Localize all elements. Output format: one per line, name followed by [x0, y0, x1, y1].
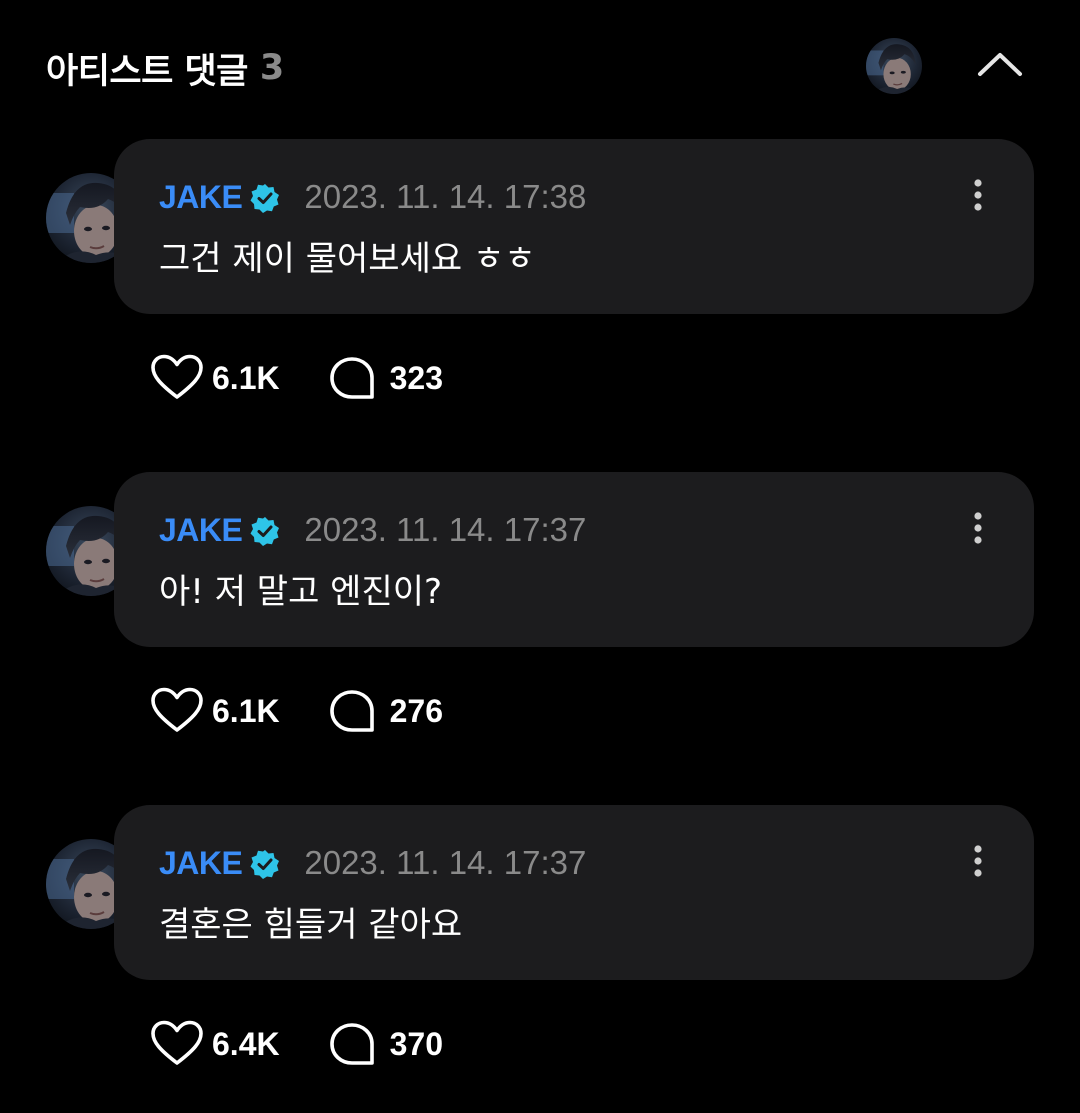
more-vertical-icon	[974, 512, 982, 544]
comment-bubble: JAKE 2023. 11. 14. 17:37 아! 저 말고 엔진이?	[114, 472, 1034, 647]
reply-count: 276	[389, 692, 443, 729]
reply-count: 323	[389, 359, 443, 396]
section-header: 아티스트 댓글 3	[46, 44, 284, 92]
verified-badge-icon	[250, 184, 280, 213]
artist-avatar[interactable]	[866, 38, 922, 94]
like-button[interactable]: 6.1K	[150, 353, 280, 403]
more-options-button[interactable]	[966, 510, 990, 550]
comment-bubble-icon	[329, 690, 374, 732]
comment-bubble: JAKE 2023. 11. 14. 17:38 그건 제이 물어보세요 ㅎㅎ	[114, 139, 1034, 314]
chevron-up-icon	[978, 53, 1022, 76]
comment-bubble-icon	[329, 1023, 374, 1065]
verified-badge-icon	[250, 850, 280, 879]
heart-icon	[151, 354, 203, 399]
reply-button[interactable]: 276	[328, 686, 443, 736]
verified-badge-icon	[250, 517, 280, 546]
comment-meta: JAKE 2023. 11. 14. 17:38	[159, 177, 586, 217]
more-vertical-icon	[974, 845, 982, 877]
comment-item: JAKE 2023. 11. 14. 17:37 결혼은 힘들거 같아요 6.4…	[0, 805, 1080, 1095]
heart-icon	[151, 687, 203, 732]
comment-timestamp: 2023. 11. 14. 17:38	[304, 178, 587, 215]
comment-bubble-icon	[329, 357, 374, 399]
comment-timestamp: 2023. 11. 14. 17:37	[304, 511, 587, 548]
comment-item: JAKE 2023. 11. 14. 17:38 그건 제이 물어보세요 ㅎㅎ …	[0, 139, 1080, 429]
author-name[interactable]: JAKE	[159, 512, 243, 549]
like-count: 6.1K	[212, 692, 280, 729]
comment-text: 아! 저 말고 엔진이?	[159, 572, 443, 612]
reply-button[interactable]: 323	[328, 353, 443, 403]
reply-count: 370	[389, 1025, 443, 1062]
comment-text: 그건 제이 물어보세요 ㅎㅎ	[159, 239, 536, 279]
like-button[interactable]: 6.4K	[150, 1019, 280, 1069]
comment-meta: JAKE 2023. 11. 14. 17:37	[159, 510, 586, 550]
more-vertical-icon	[974, 179, 982, 211]
like-count: 6.1K	[212, 359, 280, 396]
comment-item: JAKE 2023. 11. 14. 17:37 아! 저 말고 엔진이? 6.…	[0, 472, 1080, 762]
comment-actions: 6.1K 323	[150, 353, 443, 403]
comment-bubble: JAKE 2023. 11. 14. 17:37 결혼은 힘들거 같아요	[114, 805, 1034, 980]
more-options-button[interactable]	[966, 843, 990, 883]
comment-actions: 6.1K 276	[150, 686, 443, 736]
author-name[interactable]: JAKE	[159, 179, 243, 216]
comment-meta: JAKE 2023. 11. 14. 17:37	[159, 843, 586, 883]
comment-actions: 6.4K 370	[150, 1019, 443, 1069]
comment-text: 결혼은 힘들거 같아요	[159, 905, 463, 945]
comment-count: 3	[259, 48, 285, 88]
reply-button[interactable]: 370	[328, 1019, 443, 1069]
more-options-button[interactable]	[966, 177, 990, 217]
heart-icon	[151, 1020, 203, 1065]
comment-timestamp: 2023. 11. 14. 17:37	[304, 844, 587, 881]
collapse-button[interactable]	[970, 44, 1030, 84]
like-button[interactable]: 6.1K	[150, 686, 280, 736]
author-name[interactable]: JAKE	[159, 845, 243, 882]
like-count: 6.4K	[212, 1025, 280, 1062]
section-title: 아티스트 댓글	[46, 51, 248, 92]
